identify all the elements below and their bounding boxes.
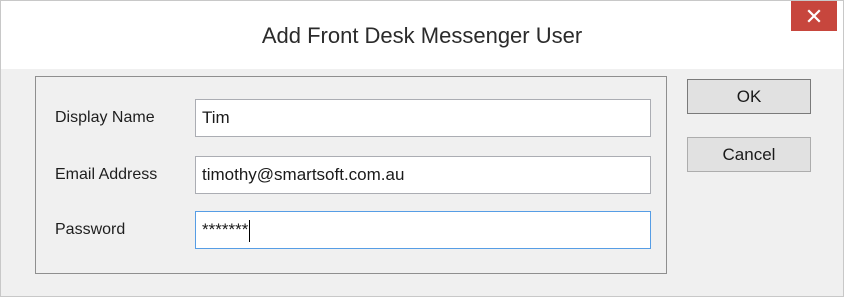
dialog-window: Add Front Desk Messenger User Display Na… xyxy=(0,0,844,297)
text-caret xyxy=(249,219,251,242)
close-icon xyxy=(807,9,821,23)
password-value: ******* xyxy=(202,220,249,239)
display-name-field[interactable]: Tim xyxy=(195,99,651,137)
password-label: Password xyxy=(55,221,126,238)
dialog-title: Add Front Desk Messenger User xyxy=(261,23,583,48)
dialog-body: Display Name Tim Email Address timothy@s… xyxy=(1,69,843,296)
email-address-label: Email Address xyxy=(55,166,158,183)
cancel-button[interactable]: Cancel xyxy=(687,137,811,172)
display-name-label: Display Name xyxy=(55,109,155,126)
ok-button[interactable]: OK xyxy=(687,79,811,114)
title-bar: Add Front Desk Messenger User xyxy=(1,1,843,69)
user-details-group: Display Name Tim Email Address timothy@s… xyxy=(35,76,667,274)
password-field[interactable]: ******* xyxy=(195,211,651,249)
close-button[interactable] xyxy=(791,1,837,31)
email-address-field[interactable]: timothy@smartsoft.com.au xyxy=(195,156,651,194)
